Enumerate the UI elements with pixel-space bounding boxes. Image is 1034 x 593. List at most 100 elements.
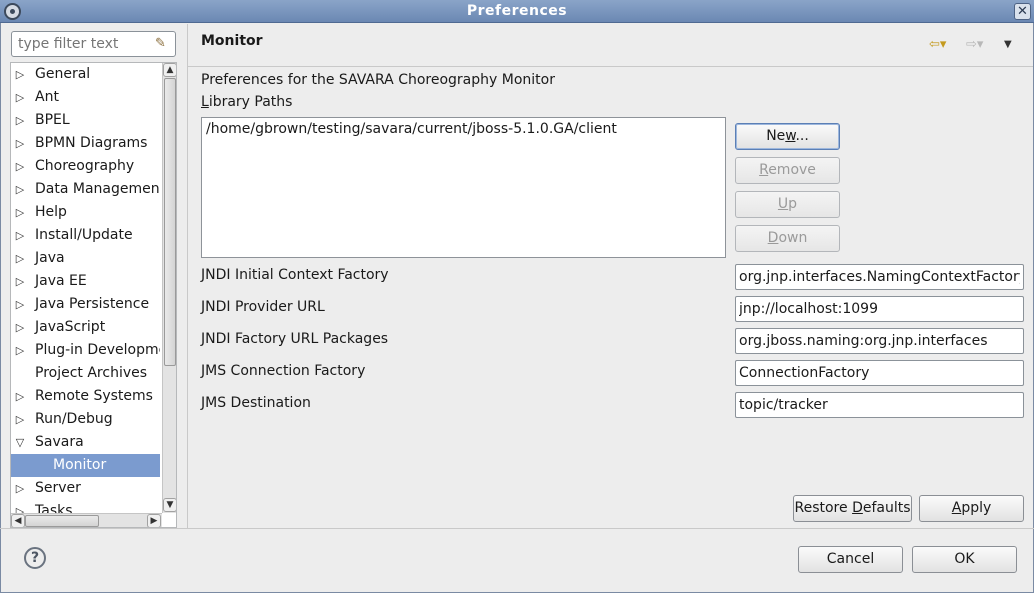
jms-destination-field[interactable] (735, 392, 1024, 418)
tree-item-label: BPMN Diagrams (35, 135, 148, 151)
remove-button[interactable]: Remove (735, 157, 840, 184)
tree-item-java[interactable]: ▷ Java (11, 247, 160, 270)
up-button[interactable]: Up (735, 191, 840, 218)
tree-item-label: Java Persistence (35, 296, 150, 312)
tree-item-label: Java (35, 250, 65, 266)
list-item[interactable]: /home/gbrown/testing/savara/current/jbos… (206, 121, 617, 137)
collapsed-arrow-icon[interactable]: ▷ (14, 500, 26, 513)
collapsed-arrow-icon[interactable]: ▷ (14, 293, 26, 316)
tree-item-bpmn-diagrams[interactable]: ▷ BPMN Diagrams (11, 132, 160, 155)
tree-items: ▷ General ▷ Ant ▷ BPEL ▷ BPMN Diagrams ▷ Choreogr… (11, 63, 162, 513)
tree-item-choreography[interactable]: ▷ Choreography (11, 155, 160, 178)
title-bar: Preferences ✕ (0, 0, 1034, 23)
tree-item-label: Tasks (35, 503, 73, 513)
close-icon[interactable]: ✕ (1014, 3, 1031, 20)
tree-item-label: Install/Update (35, 227, 133, 243)
tree-item-label: BPEL (35, 112, 70, 128)
tree-item-remote-systems[interactable]: ▷ Remote Systems (11, 385, 160, 408)
collapsed-arrow-icon[interactable]: ▷ (14, 477, 26, 500)
tree-item-install-update[interactable]: ▷ Install/Update (11, 224, 160, 247)
collapsed-arrow-icon[interactable]: ▷ (14, 201, 26, 224)
cancel-button[interactable]: Cancel (798, 546, 903, 573)
page-description: Preferences for the SAVARA Choreography … (201, 72, 555, 88)
tree-item-label: Run/Debug (35, 411, 113, 427)
tree-item-savara[interactable]: ▽ Savara (11, 431, 160, 454)
scroll-up-icon[interactable]: ▲ (163, 63, 176, 77)
jms-connection-factory-label: JMS Connection Factory (201, 363, 366, 379)
tree-item-monitor[interactable]: Monitor (11, 454, 160, 477)
vertical-scroll-thumb[interactable] (164, 78, 176, 366)
tree-item-label: Help (35, 204, 67, 220)
library-paths-label: Library Paths (201, 94, 293, 110)
tree-item-data-management[interactable]: ▷ Data Management (11, 178, 160, 201)
jndi-context-factory-field[interactable] (735, 264, 1024, 290)
ok-button[interactable]: OK (912, 546, 1017, 573)
tree-item-plug-in-developme[interactable]: ▷ Plug-in Developme (11, 339, 160, 362)
tree-item-label: Plug-in Developme (35, 342, 160, 358)
collapsed-arrow-icon[interactable]: ▷ (14, 63, 26, 86)
collapsed-arrow-icon[interactable]: ▷ (14, 270, 26, 293)
help-icon[interactable]: ? (24, 547, 46, 569)
jms-destination-label: JMS Destination (201, 395, 311, 411)
filter-box: ✎ (11, 31, 176, 57)
collapsed-arrow-icon[interactable]: ▷ (14, 178, 26, 201)
collapsed-arrow-icon[interactable]: ▷ (14, 132, 26, 155)
collapsed-arrow-icon[interactable]: ▷ (14, 385, 26, 408)
tree-item-server[interactable]: ▷ Server (11, 477, 160, 500)
down-button[interactable]: Down (735, 225, 840, 252)
jndi-context-factory-label: JNDI Initial Context Factory (201, 267, 389, 283)
tree-item-label: General (35, 66, 91, 82)
jms-connection-factory-field[interactable] (735, 360, 1024, 386)
tree-item-label: Ant (35, 89, 59, 105)
horizontal-scroll-thumb[interactable] (25, 515, 99, 527)
window-title: Preferences (466, 3, 568, 19)
tree-item-bpel[interactable]: ▷ BPEL (11, 109, 160, 132)
collapsed-arrow-icon[interactable]: ▷ (14, 247, 26, 270)
new-button[interactable]: New... (735, 123, 840, 150)
tree-item-java-ee[interactable]: ▷ Java EE (11, 270, 160, 293)
dialog-separator (0, 528, 1034, 529)
collapsed-arrow-icon[interactable]: ▷ (14, 155, 26, 178)
collapsed-arrow-icon[interactable]: ▷ (14, 339, 26, 362)
tree-item-general[interactable]: ▷ General (11, 63, 160, 86)
tree-item-java-persistence[interactable]: ▷ Java Persistence (11, 293, 160, 316)
scroll-left-icon[interactable]: ◀ (11, 514, 25, 527)
restore-defaults-button[interactable]: Restore Defaults (793, 495, 912, 522)
tree-item-javascript[interactable]: ▷ JavaScript (11, 316, 160, 339)
tree-item-ant[interactable]: ▷ Ant (11, 86, 160, 109)
horizontal-scrollbar[interactable]: ◀ ▶ (11, 513, 162, 527)
jndi-factory-url-packages-label: JNDI Factory URL Packages (201, 331, 389, 347)
forward-arrow-icon: ⇨▾ (966, 37, 984, 52)
jndi-factory-url-packages-field[interactable] (735, 328, 1024, 354)
scroll-down-icon[interactable]: ▼ (163, 498, 176, 512)
clear-filter-icon[interactable]: ✎ (155, 36, 171, 52)
tree-item-label: JavaScript (35, 319, 106, 335)
collapsed-arrow-icon[interactable]: ▷ (14, 109, 26, 132)
library-paths-list[interactable]: /home/gbrown/testing/savara/current/jbos… (201, 117, 726, 258)
sash[interactable] (187, 24, 188, 528)
collapsed-arrow-icon[interactable]: ▷ (14, 408, 26, 431)
tree-item-label: Data Management (35, 181, 160, 197)
tree-item-tasks[interactable]: ▷ Tasks (11, 500, 160, 513)
tree-item-label: Project Archives (35, 365, 148, 381)
tree-item-project-archives[interactable]: Project Archives (11, 362, 160, 385)
page-title: Monitor (201, 33, 263, 49)
filter-input[interactable] (16, 33, 156, 55)
back-arrow-icon[interactable]: ⇦▾ (929, 36, 946, 54)
tree-item-label: Monitor (53, 457, 107, 473)
tree-item-run-debug[interactable]: ▷ Run/Debug (11, 408, 160, 431)
collapsed-arrow-icon[interactable]: ▷ (14, 316, 26, 339)
tree-item-help[interactable]: ▷ Help (11, 201, 160, 224)
scroll-right-icon[interactable]: ▶ (147, 514, 161, 527)
view-menu-icon[interactable]: ▼ (1004, 36, 1012, 54)
vertical-scrollbar[interactable]: ▲ ▼ (162, 63, 176, 513)
preference-tree: ▷ General ▷ Ant ▷ BPEL ▷ BPMN Diagrams ▷ Choreogr… (10, 62, 177, 528)
tree-item-label: Java EE (35, 273, 87, 289)
collapsed-arrow-icon[interactable]: ▷ (14, 86, 26, 109)
expanded-arrow-icon[interactable]: ▽ (14, 431, 26, 454)
tree-item-label: Remote Systems (35, 388, 153, 404)
collapsed-arrow-icon[interactable]: ▷ (14, 224, 26, 247)
jndi-provider-url-field[interactable] (735, 296, 1024, 322)
apply-button[interactable]: Apply (919, 495, 1024, 522)
tree-item-label: Savara (35, 434, 84, 450)
